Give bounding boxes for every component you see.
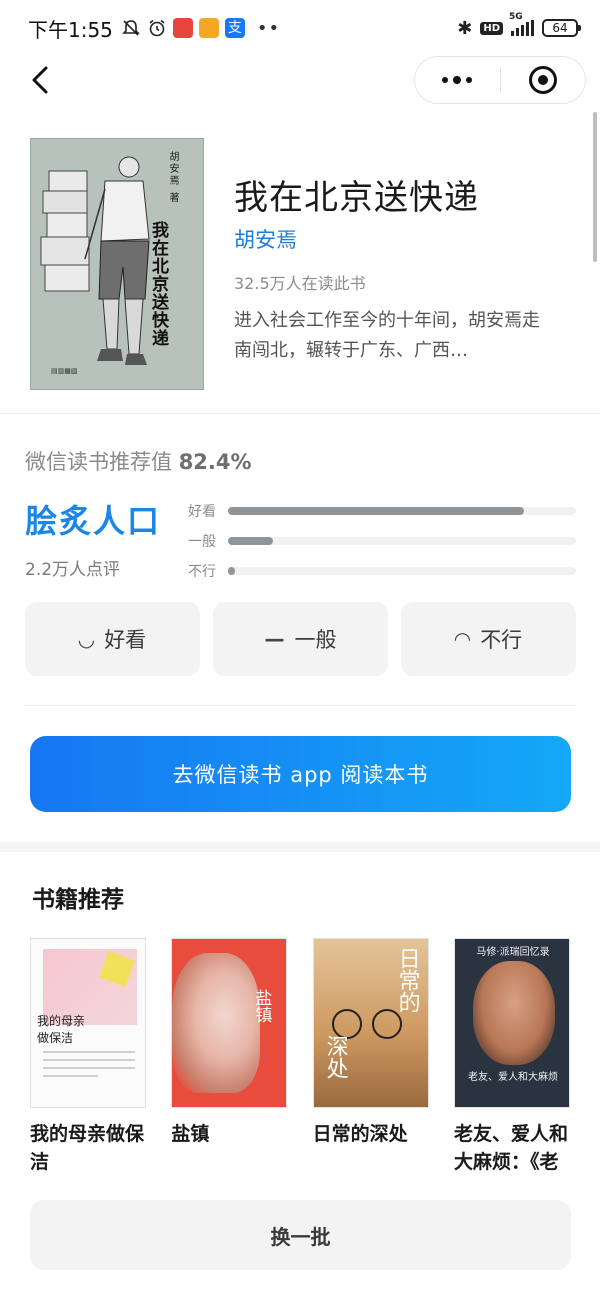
recommendation-value: 82.4% — [178, 450, 252, 474]
recommended-book-cover: 盐镇 — [171, 938, 288, 1108]
rating-bar-row: 一般 — [188, 526, 576, 556]
cover-text: 盐镇 — [251, 989, 272, 1023]
rate-good-label: 好看 — [104, 628, 147, 652]
more-dots-icon — [442, 77, 449, 83]
publisher-logo: ▤▥▦▧ — [51, 367, 78, 375]
target-icon — [528, 66, 557, 94]
recommended-book-cover: 我的母亲 做保洁 — [30, 938, 146, 1108]
open-in-app-label: 去微信读书 app 阅读本书 — [172, 763, 429, 787]
rate-bad-label: 不行 — [480, 628, 523, 652]
rating-word: 脍炙人口 — [25, 502, 162, 540]
recommended-book-title: 日常的深处 — [312, 1123, 408, 1145]
book-header: 胡安焉 著 我在北京送快递 ▤▥▦▧ 我在北京送快递 胡安焉 32.5万人在读此… — [30, 136, 590, 392]
back-button[interactable] — [24, 62, 60, 98]
rating-bar-fill — [228, 567, 235, 575]
recommendation-score: 微信读书推荐值 82.4% — [25, 446, 252, 476]
app-notification-icon — [172, 18, 193, 38]
rating-bar-row: 不行 — [188, 556, 576, 586]
bell-muted-icon — [121, 20, 140, 36]
app-notification-icon — [198, 18, 219, 38]
bluetooth-icon: ✱ — [457, 17, 473, 39]
recommended-book-title: 老友、爱人和大麻烦：《老 — [453, 1123, 568, 1173]
book-description[interactable]: 进入社会工作至今的十年间，胡安焉走南闯北，辗转于广东、广西… — [234, 306, 556, 366]
rate-good-button[interactable]: ◡ 好看 — [25, 602, 200, 676]
rate-ok-button[interactable]: — 一般 — [213, 602, 388, 676]
divider — [0, 413, 600, 414]
cover-title: 我在北京送快递 — [148, 221, 168, 347]
more-button[interactable] — [415, 57, 500, 103]
review-count: 2.2万人点评 — [25, 560, 121, 580]
cover-text: 深处 — [322, 1035, 348, 1079]
alipay-icon: 支 — [224, 18, 245, 38]
rating-distribution: 好看 一般 不行 — [188, 496, 576, 586]
recommended-book[interactable]: 我的母亲 做保洁 我的母亲做保洁 — [30, 938, 146, 1176]
section-gap — [0, 842, 600, 852]
open-in-app-button[interactable]: 去微信读书 app 阅读本书 — [30, 736, 571, 812]
status-time: 下午1:55 — [28, 17, 113, 42]
cover-art — [172, 953, 261, 1093]
recommended-book-cover: 马修·派瑞回忆录 老友、爱人和大麻烦 — [453, 938, 570, 1108]
smile-icon: ◡ — [78, 627, 95, 651]
book-author-link[interactable]: 胡安焉 — [234, 224, 297, 254]
rate-ok-label: 一般 — [294, 628, 337, 652]
divider — [25, 705, 576, 706]
section-title: 书籍推荐 — [32, 887, 124, 913]
signal-icon: 5G — [509, 12, 534, 36]
rating-bar-track — [228, 507, 576, 515]
recommended-book[interactable]: 日常的 深处 日常的深处 — [312, 938, 429, 1176]
mini-program-capsule — [414, 56, 586, 104]
rate-bad-button[interactable]: ◠ 不行 — [401, 602, 576, 676]
close-mini-program-button[interactable] — [501, 57, 586, 103]
recommended-books: 我的母亲 做保洁 我的母亲做保洁 盐镇 盐镇 日常的 深处 日常的深处 马修·派… — [30, 938, 570, 1176]
rating-bar-label: 一般 — [188, 534, 216, 550]
book-title: 我在北京送快递 — [234, 178, 479, 218]
cover-art — [43, 1051, 135, 1083]
cover-text: 日常的 — [394, 947, 420, 1013]
recommended-book[interactable]: 马修·派瑞回忆录 老友、爱人和大麻烦 老友、爱人和大麻烦：《老 — [453, 938, 570, 1176]
battery-icon: 64 — [542, 19, 581, 37]
more-notifications-icon: •• — [256, 17, 281, 39]
recommended-book-cover: 日常的 深处 — [312, 938, 429, 1108]
rating-bar-fill — [228, 507, 524, 515]
recommended-book-title: 我的母亲做保洁 — [30, 1123, 145, 1173]
recommended-book-title: 盐镇 — [171, 1123, 210, 1145]
courier-illustration — [40, 156, 150, 365]
rating-bar-track — [228, 537, 576, 545]
status-system-icons: ✱ HD 5G 64 — [457, 12, 581, 39]
rating-bar-track — [228, 567, 576, 575]
cover-text: 老友、爱人和大麻烦 — [467, 1072, 558, 1083]
refresh-label: 换一批 — [270, 1224, 331, 1249]
hd-badge: HD — [480, 21, 503, 35]
rating-bar-label: 不行 — [188, 564, 216, 580]
reader-count: 32.5万人在读此书 — [234, 274, 366, 293]
refresh-recommendations-button[interactable]: 换一批 — [30, 1200, 571, 1270]
rating-bar-fill — [228, 537, 274, 545]
scrollbar[interactable] — [593, 112, 597, 262]
status-notification-icons: 支 •• — [121, 18, 280, 39]
alarm-icon — [149, 19, 165, 37]
neutral-face-icon: — — [264, 627, 285, 651]
bicycle-icon — [371, 1009, 402, 1039]
rating-bar-row: 好看 — [188, 496, 576, 526]
cover-text: 我的母亲 做保洁 — [37, 1014, 86, 1045]
rate-buttons: ◡ 好看 — 一般 ◠ 不行 — [25, 602, 576, 676]
recommendation-label: 微信读书推荐值 — [25, 450, 172, 474]
top-nav — [0, 56, 600, 104]
status-bar: 下午1:55 支 •• ✱ HD 5G 64 — [0, 0, 600, 56]
recommended-book[interactable]: 盐镇 盐镇 — [171, 938, 288, 1176]
frown-icon: ◠ — [454, 627, 471, 651]
cover-art — [472, 961, 555, 1065]
chevron-left-icon — [32, 66, 48, 94]
cover-text: 马修·派瑞回忆录 — [476, 947, 550, 958]
book-cover[interactable]: 胡安焉 著 我在北京送快递 ▤▥▦▧ — [30, 138, 204, 390]
cover-author: 胡安焉 著 — [167, 151, 178, 205]
rating-bar-label: 好看 — [188, 504, 216, 520]
